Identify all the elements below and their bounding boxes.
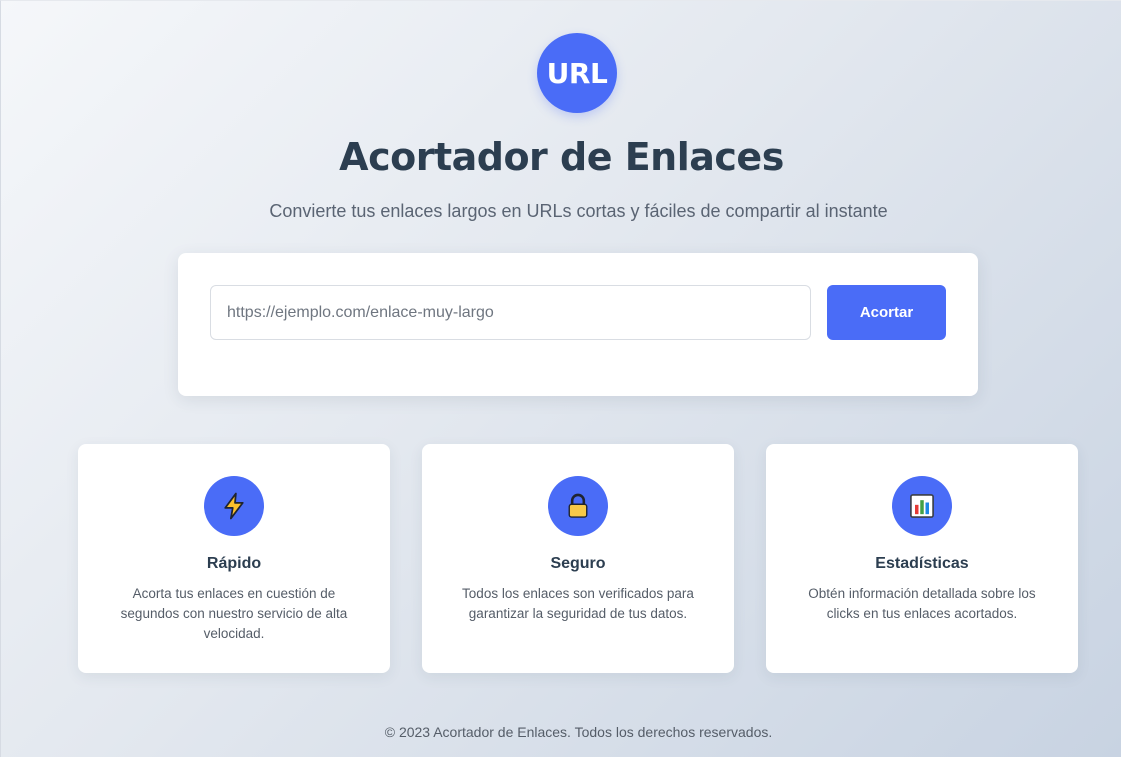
feature-title: Seguro	[550, 555, 606, 572]
feature-title: Rápido	[206, 555, 262, 572]
feature-card-estadisticas: Estadísticas Obtén información detallada…	[766, 444, 1078, 673]
logo-text: URL	[546, 56, 608, 90]
url-input[interactable]	[210, 285, 811, 340]
shorten-button[interactable]: Acortar	[827, 285, 946, 340]
feature-title: Estadísticas	[875, 555, 969, 572]
feature-description: Todos los enlaces son verificados para g…	[462, 586, 694, 621]
shorten-form-card: Acortar	[178, 253, 978, 396]
feature-card-seguro: Seguro Todos los enlaces son verificados…	[422, 444, 734, 673]
feature-card-rapido: Rápido Acorta tus enlaces en cuestión de…	[78, 444, 390, 673]
lock-icon	[548, 476, 608, 536]
lightning-icon	[204, 476, 264, 536]
page-subtitle: Convierte tus enlaces largos en URLs cor…	[269, 201, 888, 221]
logo: URL	[537, 33, 617, 113]
feature-description: Acorta tus enlaces en cuestión de segund…	[120, 586, 348, 641]
bar-chart-icon	[892, 476, 952, 536]
page-title: Acortador de Enlaces	[339, 135, 784, 179]
feature-description: Obtén información detallada sobre los cl…	[808, 586, 1036, 621]
footer-copyright: © 2023 Acortador de Enlaces. Todos los d…	[384, 724, 773, 740]
